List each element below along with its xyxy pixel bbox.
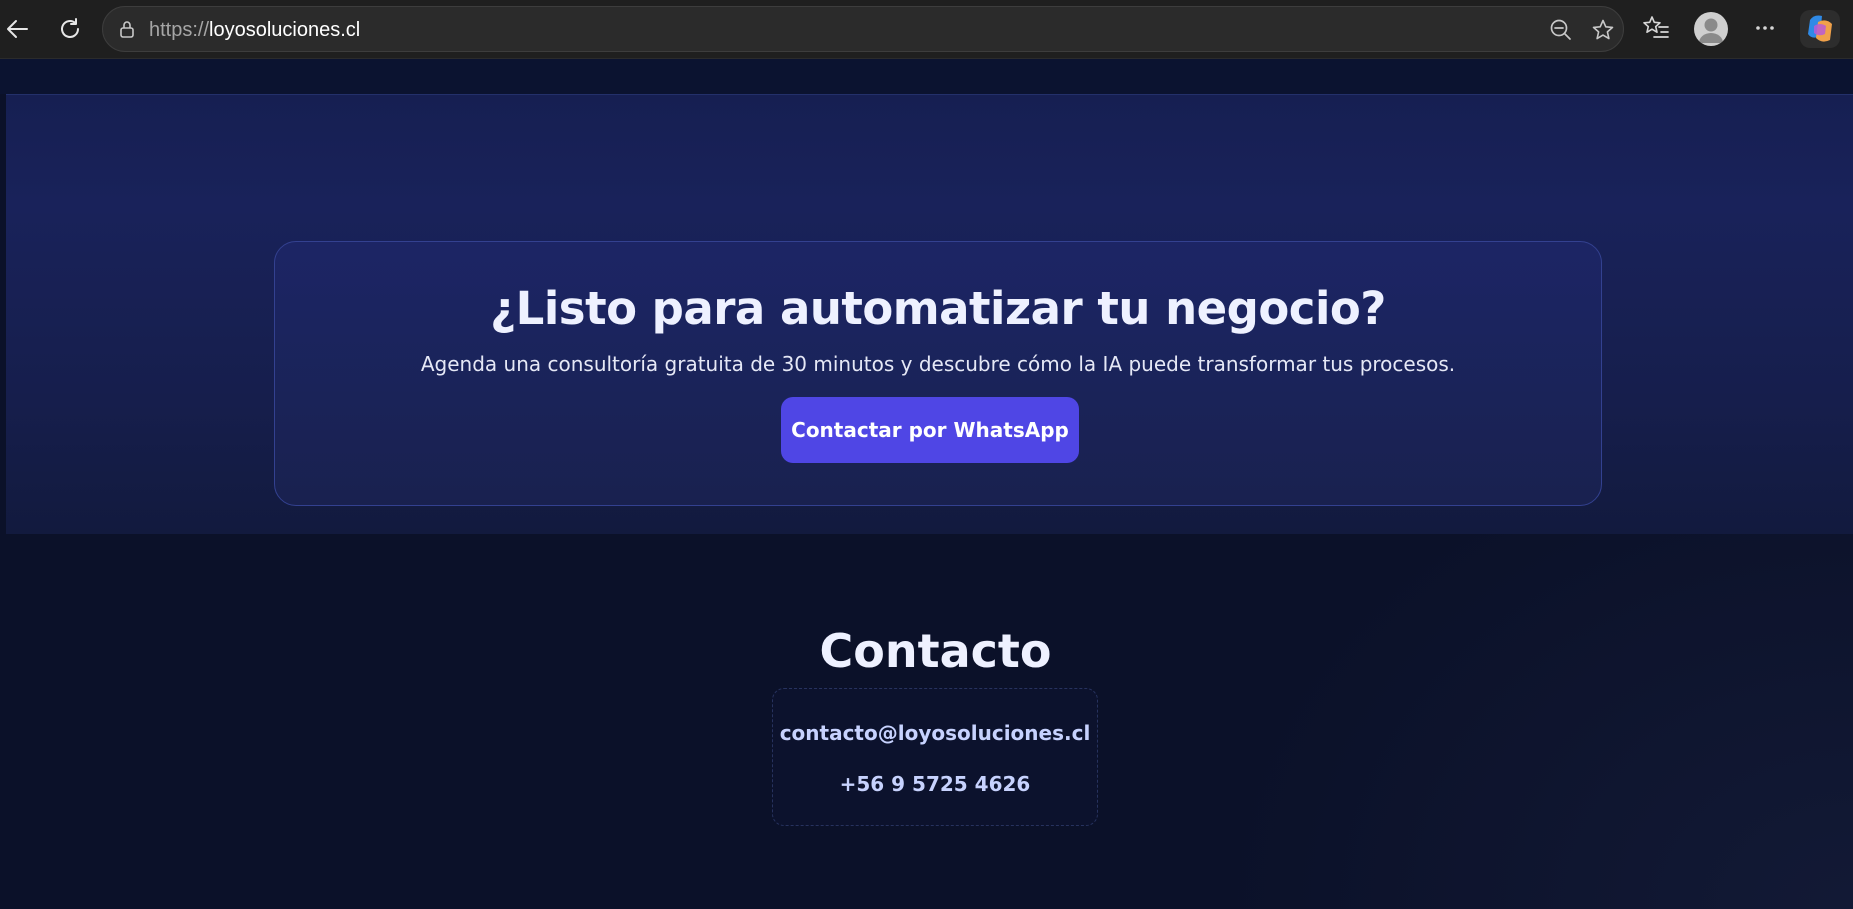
reload-icon <box>61 18 79 38</box>
page-content: ¿Listo para automatizar tu negocio? Agen… <box>0 59 1853 909</box>
url-text[interactable]: https://loyosoluciones.cl <box>149 19 360 42</box>
url-host: loyosoluciones.cl <box>209 19 361 41</box>
browser-toolbar: https://loyosoluciones.cl <box>0 0 1853 59</box>
contact-email-link[interactable]: contacto@loyosoluciones.cl <box>773 721 1097 745</box>
cta-title: ¿Listo para automatizar tu negocio? <box>490 282 1386 335</box>
profile-avatar[interactable] <box>1694 12 1728 46</box>
address-bar[interactable]: https://loyosoluciones.cl <box>102 6 1624 52</box>
back-arrow-icon <box>7 20 28 38</box>
whatsapp-contact-button[interactable]: Contactar por WhatsApp <box>781 397 1079 463</box>
favorites-list-icon[interactable] <box>1641 13 1671 43</box>
reload-button[interactable] <box>52 11 88 47</box>
lock-icon[interactable] <box>117 19 137 39</box>
profile-icon <box>1699 18 1723 43</box>
header-strip <box>0 59 1853 94</box>
contact-phone-link[interactable]: +56 9 5725 4626 <box>773 772 1097 796</box>
zoom-out-icon[interactable] <box>1549 18 1573 42</box>
more-dots-icon[interactable] <box>1750 13 1780 43</box>
copilot-button[interactable] <box>1800 10 1840 48</box>
star-icon[interactable] <box>1591 18 1615 42</box>
contact-heading: Contacto <box>819 624 1052 678</box>
cta-subtitle: Agenda una consultoría gratuita de 30 mi… <box>420 352 1456 376</box>
url-scheme: https:// <box>149 19 210 41</box>
copilot-icon <box>1808 15 1832 42</box>
cta-card: ¿Listo para automatizar tu negocio? Agen… <box>274 241 1602 506</box>
contact-card: contacto@loyosoluciones.cl +56 9 5725 46… <box>772 688 1098 826</box>
back-button[interactable] <box>0 11 36 47</box>
cta-section: ¿Listo para automatizar tu negocio? Agen… <box>6 94 1853 534</box>
